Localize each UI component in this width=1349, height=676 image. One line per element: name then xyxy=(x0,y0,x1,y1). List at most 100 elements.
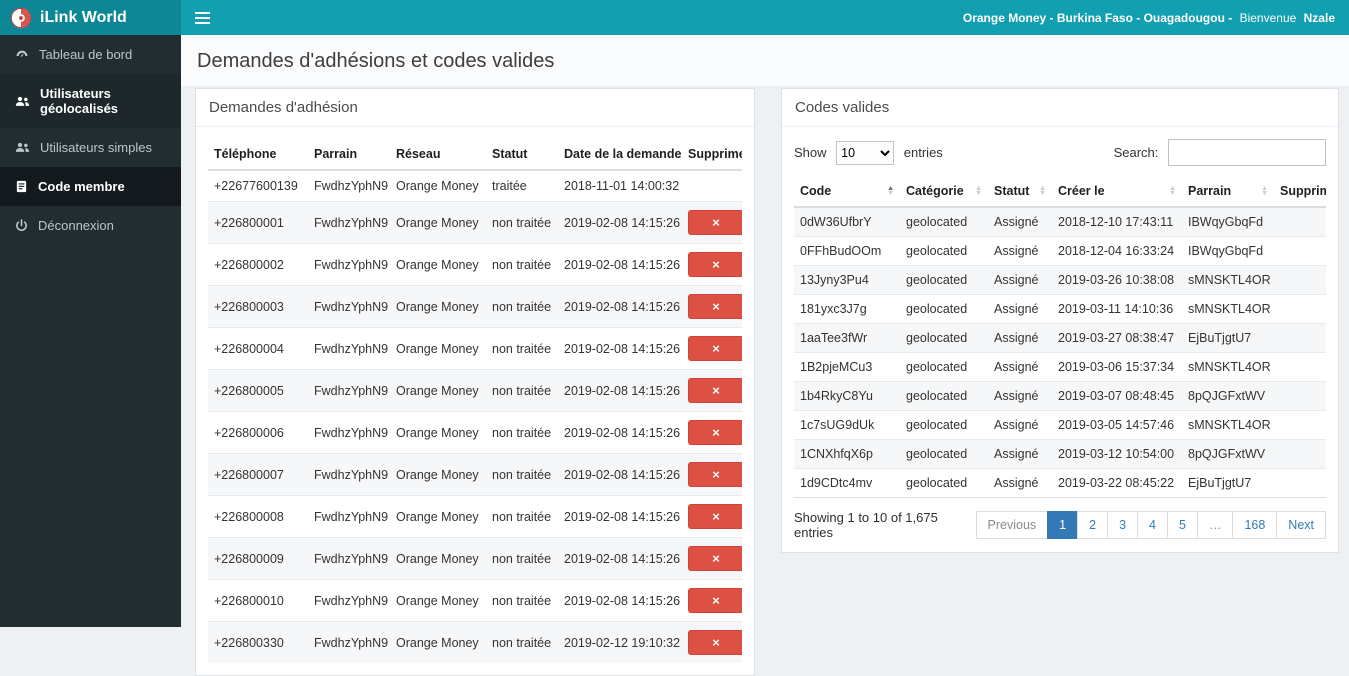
cell-supprimer xyxy=(1274,206,1326,237)
cell-supprimer xyxy=(1274,381,1326,411)
page-size-select[interactable]: 10 xyxy=(836,140,895,165)
cell-statut: Assigné xyxy=(988,410,1052,440)
table-row: +226800009 FwdhzYphN9 Orange Money non t… xyxy=(208,537,742,580)
delete-button[interactable]: × xyxy=(688,546,742,571)
sidebar-item-deconnexion[interactable]: Déconnexion xyxy=(0,206,181,245)
cell-supprimer: × xyxy=(682,327,742,370)
column-header-reseau: Réseau xyxy=(390,139,486,171)
pagination-item[interactable]: 2 xyxy=(1077,511,1109,539)
cell-date: 2019-02-08 14:15:26 xyxy=(558,201,682,244)
pagination-item[interactable]: 168 xyxy=(1232,511,1278,539)
cell-date: 2019-02-08 14:15:26 xyxy=(558,369,682,412)
sidebar-item-utilisateurs-geolocalises[interactable]: Utilisateurs géolocalisés xyxy=(0,74,181,128)
pagination: Previous 1 2 3 4 5… 168 Next xyxy=(975,511,1326,539)
table-row: +226800008 FwdhzYphN9 Orange Money non t… xyxy=(208,495,742,538)
column-header-telephone: Téléphone xyxy=(208,139,308,171)
delete-button[interactable]: × xyxy=(688,210,742,235)
cell-code: 13Jyny3Pu4 xyxy=(794,265,900,295)
cell-categorie: geolocated xyxy=(900,265,988,295)
cell-code: 1d9CDtc4mv xyxy=(794,468,900,498)
cell-telephone: +226800009 xyxy=(208,537,308,580)
pagination-item[interactable]: Next xyxy=(1276,511,1326,539)
ilink-logo-icon xyxy=(10,7,32,29)
cell-parrain: FwdhzYphN9 xyxy=(308,285,390,328)
cell-parrain: sMNSKTL4OR xyxy=(1182,265,1274,295)
cell-parrain: FwdhzYphN9 xyxy=(308,169,390,202)
cell-supprimer xyxy=(1274,468,1326,498)
cell-date: 2018-11-01 14:00:32 xyxy=(558,169,682,202)
cell-cree-le: 2018-12-10 17:43:11 xyxy=(1052,206,1182,237)
delete-button[interactable]: × xyxy=(688,630,742,655)
close-icon: × xyxy=(712,593,720,608)
pagination-item[interactable]: 5 xyxy=(1166,511,1198,539)
pagination-item[interactable]: 3 xyxy=(1107,511,1139,539)
column-header-creer-le[interactable]: Créer le ▲ ▼ xyxy=(1052,176,1182,208)
cell-code: 181yxc3J7g xyxy=(794,294,900,324)
panel-demandes-adhesion: Demandes d'adhésion Téléphone Parrain Ré… xyxy=(195,88,755,676)
table-row: +22677600139 FwdhzYphN9 Orange Money tra… xyxy=(208,169,742,202)
table-row: +226800005 FwdhzYphN9 Orange Money non t… xyxy=(208,369,742,412)
table-row: 1B2pjeMCu3 geolocated Assigné 2019-03-06… xyxy=(794,352,1326,382)
table-header-row: Téléphone Parrain Réseau Statut Date de … xyxy=(208,139,742,171)
cell-supprimer: × xyxy=(682,201,742,244)
table-row: +226800003 FwdhzYphN9 Orange Money non t… xyxy=(208,285,742,328)
column-header-supprimer: Supprimer xyxy=(682,139,742,171)
column-header-code[interactable]: Code ▲ ▼ xyxy=(794,176,900,208)
cell-supprimer: × xyxy=(682,369,742,412)
cell-supprimer: × xyxy=(682,537,742,580)
cell-telephone: +226800007 xyxy=(208,453,308,496)
sidebar-toggle-button[interactable] xyxy=(195,0,221,35)
delete-button[interactable]: × xyxy=(688,378,742,403)
table-row: 13Jyny3Pu4 geolocated Assigné 2019-03-26… xyxy=(794,265,1326,295)
cell-parrain: EjBuTjgtU7 xyxy=(1182,323,1274,353)
delete-button[interactable]: × xyxy=(688,588,742,613)
cell-statut: Assigné xyxy=(988,236,1052,266)
sidebar-item-code-membre[interactable]: Code membre xyxy=(0,167,181,206)
sidebar-item-tableau-de-bord[interactable]: Tableau de bord xyxy=(0,35,181,74)
table-row: +226800004 FwdhzYphN9 Orange Money non t… xyxy=(208,327,742,370)
delete-button[interactable]: × xyxy=(688,462,742,487)
column-header-supprimer[interactable]: Supprimer ▲▼ xyxy=(1274,176,1326,208)
cell-telephone: +226800010 xyxy=(208,579,308,622)
show-label: Show xyxy=(794,144,827,160)
topbar: iLink World Orange Money - Burkina Faso … xyxy=(0,0,1349,35)
panel-title: Demandes d'adhésion xyxy=(196,89,754,127)
cell-categorie: geolocated xyxy=(900,294,988,324)
sidebar: Tableau de bord Utilisateurs géolocalisé… xyxy=(0,35,181,627)
cell-supprimer: × xyxy=(682,285,742,328)
search-label: Search: xyxy=(1113,145,1159,160)
column-header-statut[interactable]: Statut ▲ ▼ xyxy=(988,176,1052,208)
column-header-categorie[interactable]: Catégorie ▲ ▼ xyxy=(900,176,988,208)
cell-parrain: sMNSKTL4OR xyxy=(1182,294,1274,324)
sidebar-item-label: Utilisateurs géolocalisés xyxy=(40,86,119,116)
users-icon xyxy=(15,141,30,154)
cell-supprimer: × xyxy=(682,579,742,622)
cell-parrain: sMNSKTL4OR xyxy=(1182,410,1274,440)
cell-supprimer xyxy=(1274,265,1326,295)
pagination-item[interactable]: 1 xyxy=(1047,511,1079,539)
delete-button[interactable]: × xyxy=(688,294,742,319)
pagination-item[interactable]: 4 xyxy=(1137,511,1168,539)
cell-telephone: +22677600139 xyxy=(208,169,308,202)
dashboard-icon xyxy=(15,48,29,62)
pagination-item: … xyxy=(1196,511,1234,539)
delete-button[interactable]: × xyxy=(688,420,742,445)
cell-reseau: Orange Money xyxy=(390,453,486,496)
table-row: +226800010 FwdhzYphN9 Orange Money non t… xyxy=(208,579,742,622)
cell-parrain: sMNSKTL4OR xyxy=(1182,352,1274,382)
brand[interactable]: iLink World xyxy=(0,0,181,35)
sort-icon: ▲ ▼ xyxy=(1261,185,1268,197)
column-header-parrain[interactable]: Parrain ▲ ▼ xyxy=(1182,176,1274,208)
delete-button[interactable]: × xyxy=(688,336,742,361)
table-row: +226800007 FwdhzYphN9 Orange Money non t… xyxy=(208,453,742,496)
cell-parrain: 8pQJGFxtWV xyxy=(1182,381,1274,411)
delete-button[interactable]: × xyxy=(688,252,742,277)
sidebar-item-utilisateurs-simples[interactable]: Utilisateurs simples xyxy=(0,128,181,167)
delete-button[interactable]: × xyxy=(688,504,742,529)
column-header-statut: Statut xyxy=(486,139,558,171)
cell-telephone: +226800005 xyxy=(208,369,308,412)
sidebar-item-label: Déconnexion xyxy=(38,218,114,233)
table-row: +226800006 FwdhzYphN9 Orange Money non t… xyxy=(208,411,742,454)
pagination-item[interactable]: Previous xyxy=(975,511,1049,539)
search-input[interactable] xyxy=(1168,139,1326,166)
